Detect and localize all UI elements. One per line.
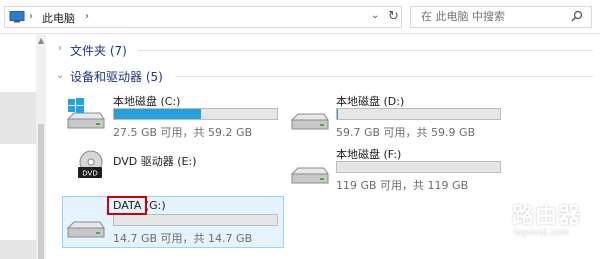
drive-usage-bar — [336, 108, 501, 120]
drive-usage-bar — [113, 214, 278, 226]
windows-drive-icon — [66, 98, 105, 129]
address-bar[interactable]: › 此电脑 › ⌄ — [4, 6, 402, 28]
group-header-drives[interactable]: 设备和驱动器 (5) — [70, 68, 163, 85]
refresh-icon: ↻ — [388, 9, 399, 24]
breadcrumb-chevron-icon[interactable]: › — [85, 11, 89, 22]
drive-usage-fill — [114, 109, 202, 119]
drive-name: 本地磁盘 (C:) — [113, 95, 181, 108]
highlight-box — [107, 196, 147, 215]
expand-chevron-icon[interactable]: › — [58, 43, 62, 54]
watermark-text: 路由器 — [512, 204, 582, 229]
drive-free-space: 59.7 GB 可用，共 59.9 GB — [336, 126, 476, 139]
address-history-dropdown-icon[interactable]: ⌄ — [371, 10, 379, 21]
drive-usage-bar — [113, 108, 278, 120]
group-header-folders[interactable]: 文件夹 (7) — [70, 42, 127, 59]
search-icon[interactable] — [571, 10, 583, 22]
this-pc-icon — [9, 11, 25, 23]
nav-item[interactable] — [0, 240, 36, 259]
drive-free-space: 119 GB 可用，共 119 GB — [336, 179, 469, 192]
group-divider — [138, 50, 593, 51]
address-toolbar: › 此电脑 › ⌄ ↻ — [0, 0, 600, 34]
hard-drive-icon — [290, 167, 329, 184]
navigation-pane[interactable]: ▲ — [0, 34, 46, 259]
search-box[interactable] — [410, 6, 592, 28]
router-logo-icon — [470, 200, 510, 240]
search-input[interactable] — [421, 10, 561, 23]
nav-scrollbar-thumb[interactable] — [38, 124, 44, 259]
group-divider — [176, 76, 593, 77]
breadcrumb-chevron-icon[interactable]: › — [29, 11, 33, 22]
drive-free-space: 27.5 GB 可用，共 59.2 GB — [113, 126, 253, 139]
watermark-url: luyouqi.com — [514, 228, 570, 238]
scroll-up-icon[interactable]: ▲ — [38, 36, 44, 45]
drive-usage-bar — [336, 161, 501, 173]
dvd-drive-icon: DVD — [78, 150, 103, 178]
watermark: 路由器 luyouqi.com — [470, 198, 598, 246]
drive-free-space: 14.7 GB 可用，共 14.7 GB — [113, 232, 253, 245]
collapse-chevron-icon[interactable]: ⌄ — [56, 70, 64, 81]
drive-name: 本地磁盘 (D:) — [336, 95, 405, 108]
nav-selected-item[interactable] — [0, 92, 36, 144]
dvd-badge-label: DVD — [82, 170, 97, 178]
drive-name: DVD 驱动器 (E:) — [113, 155, 197, 168]
drive-name: 本地磁盘 (F:) — [336, 148, 402, 161]
breadcrumb-this-pc[interactable]: 此电脑 — [42, 10, 75, 26]
hard-drive-icon — [66, 221, 105, 238]
hard-drive-icon — [290, 113, 329, 130]
refresh-button[interactable]: ↻ — [386, 6, 402, 28]
